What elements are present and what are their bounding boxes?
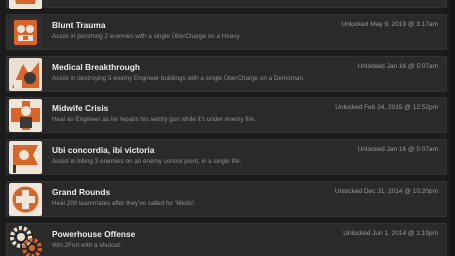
medic-cross-icon — [9, 182, 42, 216]
unlock-timestamp: Unlocked Jun 1, 2014 @ 1:10pm — [343, 229, 438, 237]
gears-icon — [9, 224, 42, 256]
achievement-row: Blunt Trauma Assist in punching 2 enemie… — [6, 13, 447, 50]
achievement-description: Win 2Fort with a shutout. — [52, 241, 122, 249]
achievement-title: Medical Breakthrough — [52, 61, 140, 72]
unlock-timestamp: Unlocked May 9, 2019 @ 3:17am — [341, 20, 438, 28]
scrollbar[interactable] — [451, 0, 455, 256]
achievement-description: Assist in destroying 5 enemy Engineer bu… — [52, 74, 305, 82]
unlock-timestamp: Unlocked Feb 24, 2015 @ 12:52pm — [335, 104, 438, 112]
medic-bomb-icon — [9, 57, 42, 91]
medic-fists-icon — [9, 15, 42, 49]
achievement-row: Midwife Crisis Heal an Engineer as he re… — [6, 97, 447, 134]
unlock-timestamp: Unlocked Jan 16 @ 5:07am — [357, 146, 438, 154]
achievement-list: Blunt Trauma Assist in punching 2 enemie… — [0, 0, 455, 256]
achievement-row: Powerhouse Offense Win 2Fort with a shut… — [6, 222, 447, 256]
achievement-description: Assist in punching 2 enemies with a sing… — [52, 32, 241, 40]
medic-engineer-icon — [9, 99, 42, 133]
achievement-title: Grand Rounds — [52, 186, 111, 197]
achievement-row: Medical Breakthrough Assist in destroyin… — [6, 55, 447, 92]
achievement-row — [6, 0, 447, 9]
medic-saw-icon — [9, 0, 42, 9]
achievement-description: Assist in killing 3 enemies on an enemy … — [52, 158, 242, 166]
achievements-page: Blunt Trauma Assist in punching 2 enemie… — [0, 0, 455, 256]
unlock-timestamp: Unlocked Jan 16 @ 5:07am — [357, 62, 438, 70]
achievement-title: Midwife Crisis — [52, 103, 109, 114]
achievement-title: Powerhouse Offense — [52, 228, 136, 239]
achievement-description: Heal 200 teammates after they've called … — [52, 199, 196, 207]
achievement-description: Heal an Engineer as he repairs his sentr… — [52, 116, 256, 124]
achievement-title: Blunt Trauma — [52, 19, 106, 30]
achievement-row: Grand Rounds Heal 200 teammates after th… — [6, 180, 447, 217]
medic-flag-icon — [9, 141, 42, 175]
achievement-title: Ubi concordia, ibi victoria — [52, 145, 155, 156]
achievement-row: Ubi concordia, ibi victoria Assist in ki… — [6, 139, 447, 176]
unlock-timestamp: Unlocked Dec 31, 2014 @ 10:20pm — [334, 187, 438, 195]
